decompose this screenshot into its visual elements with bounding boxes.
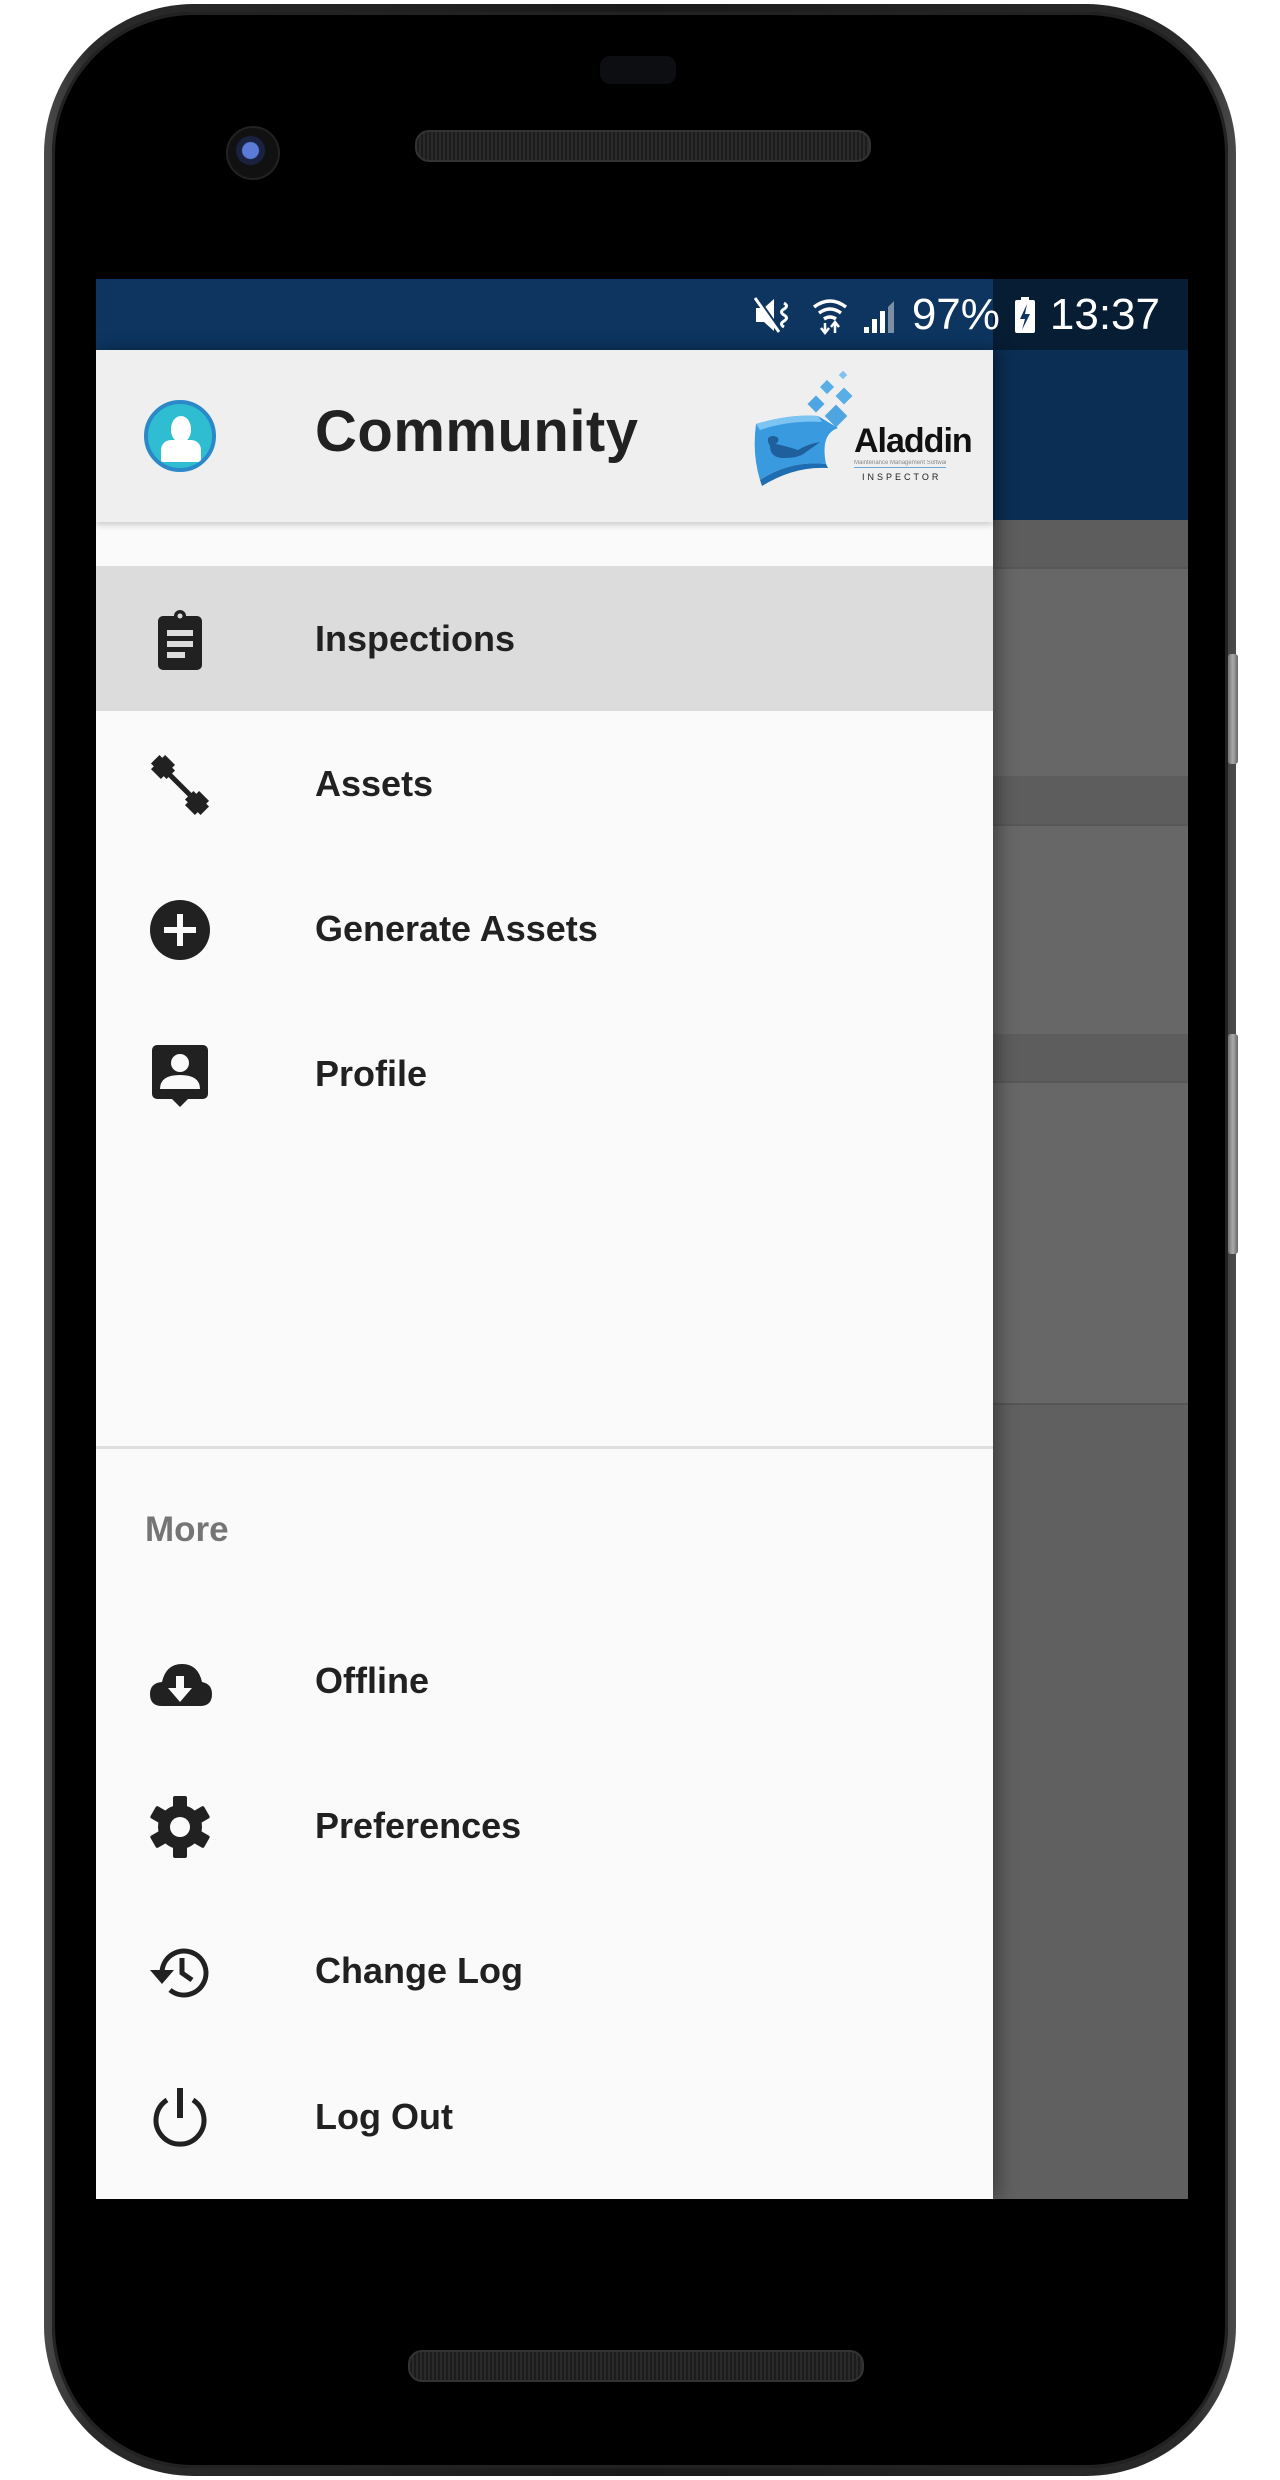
history-icon (148, 1940, 212, 2004)
section-label-more: More (145, 1510, 229, 1549)
menu-item-generate-assets[interactable]: Generate Assets (96, 856, 993, 1001)
menu-item-assets[interactable]: Assets (96, 711, 993, 856)
mute-icon (753, 295, 798, 335)
drawer-header: Community Aladdin Maintenance Management… (96, 350, 993, 522)
cloud-download-icon (148, 1650, 212, 1714)
menu-label: Offline (315, 1660, 429, 1701)
power-side-button (1228, 654, 1238, 764)
menu-label: Profile (315, 1053, 428, 1094)
status-bar: 97% 13:37 (96, 279, 1188, 350)
signal-icon (862, 295, 898, 335)
menu-item-inspections[interactable]: Inspections (96, 566, 993, 711)
proximity-sensor (600, 56, 676, 84)
user-avatar-icon[interactable] (144, 400, 216, 472)
navigation-drawer: Community Aladdin Maintenance Management… (96, 350, 993, 2199)
top-speaker (415, 130, 871, 162)
divider (96, 1446, 993, 1449)
aladdin-inspector-logo: Aladdin Maintenance Management Software … (750, 368, 973, 498)
status-icons: 97% 13:37 (753, 279, 1160, 350)
clipboard-icon (148, 608, 212, 672)
add-circle-icon (148, 898, 212, 962)
menu-item-offline[interactable]: Offline (96, 1608, 993, 1753)
scrim[interactable] (993, 350, 1188, 520)
dumbbell-icon (148, 753, 212, 817)
battery-level: 97% (911, 289, 1000, 339)
menu-label: Generate Assets (315, 908, 598, 949)
header-title: Community (315, 399, 639, 464)
menu-label: Preferences (315, 1805, 522, 1846)
menu-item-change-log[interactable]: Change Log (96, 1898, 993, 2043)
logo-tagline: Maintenance Management Software (854, 460, 946, 468)
battery-charging-icon (1014, 295, 1036, 335)
genie-lamp-icon (754, 370, 853, 486)
menu-item-profile[interactable]: Profile (96, 1001, 993, 1146)
menu-item-preferences[interactable]: Preferences (96, 1753, 993, 1898)
power-icon (148, 2086, 212, 2150)
menu-label: Assets (315, 763, 434, 804)
screen: 97% 13:37 Community Aladdin Maintenance … (96, 279, 1188, 2199)
menu-label: Inspections (315, 618, 516, 659)
menu-label: Change Log (315, 1950, 523, 1991)
bottom-speaker (408, 2350, 864, 2382)
logo-name: Aladdin (854, 422, 973, 460)
menu-label: Log Out (315, 2096, 453, 2137)
logo-product: INSPECTOR (862, 472, 942, 482)
clock: 13:37 (1049, 289, 1160, 339)
gear-icon (148, 1795, 212, 1859)
front-camera (226, 126, 280, 180)
contact-profile-icon (148, 1043, 212, 1107)
wifi-icon (812, 295, 848, 335)
volume-side-button (1228, 1034, 1238, 1254)
menu-item-log-out[interactable]: Log Out (96, 2044, 993, 2189)
